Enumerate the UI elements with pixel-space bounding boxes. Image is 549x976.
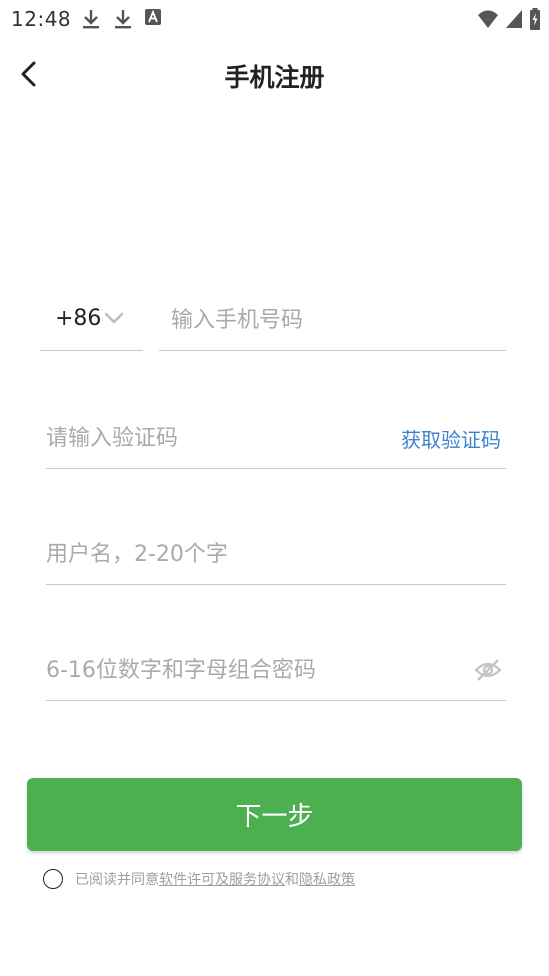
get-code-button[interactable]: 获取验证码 <box>401 424 501 453</box>
cellular-signal-icon <box>505 9 523 29</box>
chevron-down-icon <box>104 310 124 329</box>
verification-code-input[interactable] <box>46 422 366 454</box>
phone-input-field <box>159 290 506 351</box>
password-input[interactable] <box>46 654 446 686</box>
license-link[interactable]: 软件许可及服务协议 <box>159 869 285 889</box>
password-field <box>46 640 506 701</box>
agreement-row: 已阅读并同意 软件许可及服务协议 和 隐私政策 <box>43 867 355 891</box>
country-code-value: +86 <box>55 306 102 331</box>
status-time: 12:48 <box>11 7 72 31</box>
status-bar: 12:48 <box>0 0 549 36</box>
privacy-link[interactable]: 隐私政策 <box>299 869 355 889</box>
system-icons <box>477 8 541 30</box>
eye-off-icon[interactable] <box>474 656 502 684</box>
username-input[interactable] <box>46 538 486 570</box>
app-bar: 手机注册 <box>0 46 549 102</box>
download-icon <box>112 8 134 30</box>
verification-code-field: 获取验证码 <box>46 408 506 469</box>
agreement-prefix: 已阅读并同意 <box>75 872 159 888</box>
username-field <box>46 524 506 585</box>
country-code-select[interactable]: +86 <box>40 290 143 351</box>
download-icon <box>80 8 102 30</box>
app-notification-icon <box>144 8 162 30</box>
agreement-checkbox[interactable] <box>43 869 63 889</box>
phone-input[interactable] <box>171 304 471 336</box>
wifi-icon <box>477 9 499 29</box>
next-button[interactable]: 下一步 <box>27 778 522 851</box>
page-title: 手机注册 <box>224 63 325 92</box>
notification-icons <box>80 8 162 30</box>
agreement-and: 和 <box>285 872 299 888</box>
battery-charging-icon <box>529 8 541 30</box>
